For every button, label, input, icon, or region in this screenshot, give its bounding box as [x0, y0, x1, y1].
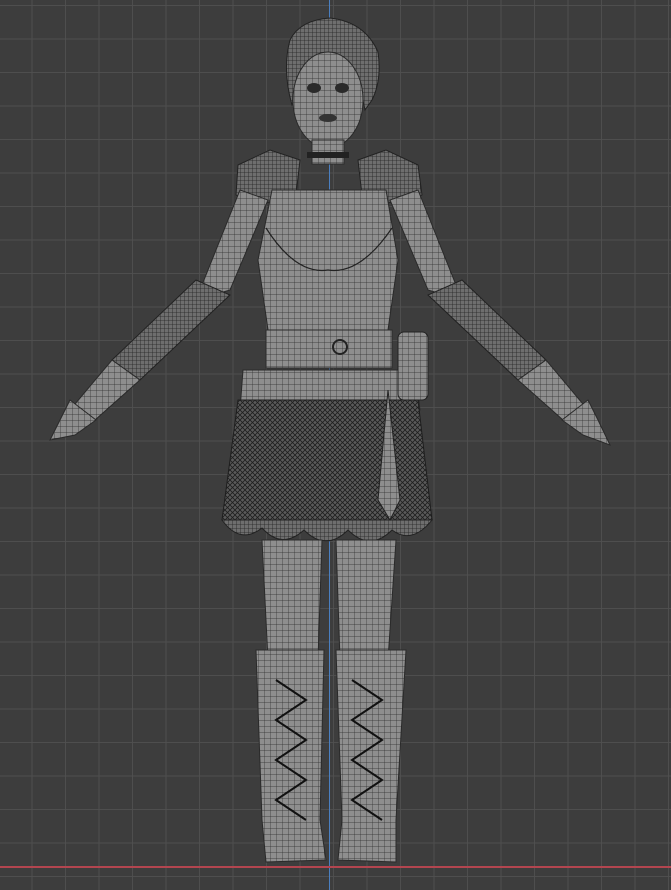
skirt	[221, 389, 434, 542]
3d-viewport[interactable]	[0, 0, 671, 890]
head	[292, 51, 364, 149]
left-arm	[49, 189, 269, 441]
character-mesh[interactable]	[0, 0, 671, 890]
left-eye-icon	[307, 83, 321, 93]
neck	[307, 139, 349, 165]
boots	[255, 649, 407, 863]
legs	[261, 539, 397, 661]
right-eye-icon	[335, 83, 349, 93]
right-arm	[389, 189, 611, 446]
torso	[257, 189, 399, 369]
